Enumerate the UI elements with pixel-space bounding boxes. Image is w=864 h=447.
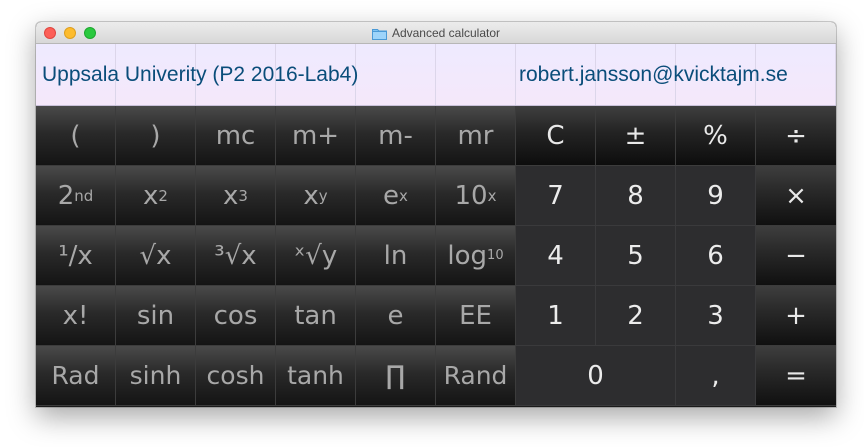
log-base: log	[447, 240, 488, 271]
second-base: 2	[57, 180, 75, 211]
sign-toggle-button[interactable]: ±	[596, 106, 676, 166]
digit-3-button[interactable]: 3	[676, 286, 756, 346]
clear-button[interactable]: C	[516, 106, 596, 166]
digit-6-button[interactable]: 6	[676, 226, 756, 286]
euler-button[interactable]: e	[356, 286, 436, 346]
info-cell	[356, 44, 436, 105]
digit-9-button[interactable]: 9	[676, 166, 756, 226]
title-bar[interactable]: Advanced calculator	[36, 22, 836, 44]
tanh-button[interactable]: tanh	[276, 346, 356, 406]
digit-8-button[interactable]: 8	[596, 166, 676, 226]
cube-base: x	[223, 180, 239, 211]
divide-button[interactable]: ÷	[756, 106, 836, 166]
cube-root-button[interactable]: ³√x	[196, 226, 276, 286]
keypad: ( ) mc m+ m- mr C ± % ÷ 2nd x2 x3 xy ex …	[36, 106, 836, 406]
tan-button[interactable]: tan	[276, 286, 356, 346]
factorial-button[interactable]: x!	[36, 286, 116, 346]
power-base: x	[303, 180, 319, 211]
sin-button[interactable]: sin	[116, 286, 196, 346]
exp-base: e	[383, 180, 400, 211]
rad-button[interactable]: Rad	[36, 346, 116, 406]
digit-5-button[interactable]: 5	[596, 226, 676, 286]
multiply-button[interactable]: ×	[756, 166, 836, 226]
digit-0-button[interactable]: 0	[516, 346, 676, 406]
square-button[interactable]: x2	[116, 166, 196, 226]
info-display: Uppsala Univerity (P2 2016-Lab4) robert.…	[36, 44, 836, 106]
digit-1-button[interactable]: 1	[516, 286, 596, 346]
cos-button[interactable]: cos	[196, 286, 276, 346]
memory-subtract-button[interactable]: m-	[356, 106, 436, 166]
window-title-group: Advanced calculator	[36, 22, 836, 44]
digit-7-button[interactable]: 7	[516, 166, 596, 226]
reciprocal-button[interactable]: ¹/x	[36, 226, 116, 286]
nth-root-button[interactable]: ˣ√y	[276, 226, 356, 286]
memory-add-button[interactable]: m+	[276, 106, 356, 166]
log10-button[interactable]: log 10	[436, 226, 516, 286]
calculator-window: Advanced calculator Uppsala Univerity (P…	[36, 22, 836, 407]
folder-icon	[371, 28, 387, 40]
ten-power-base: 10	[454, 180, 488, 211]
square-base: x	[143, 180, 159, 211]
equals-button[interactable]: =	[756, 346, 836, 406]
close-paren-button[interactable]: )	[116, 106, 196, 166]
exp-button[interactable]: ex	[356, 166, 436, 226]
natural-log-button[interactable]: ln	[356, 226, 436, 286]
cube-button[interactable]: x3	[196, 166, 276, 226]
sinh-button[interactable]: sinh	[116, 346, 196, 406]
info-cell	[436, 44, 516, 105]
window-title: Advanced calculator	[391, 26, 501, 40]
power-button[interactable]: xy	[276, 166, 356, 226]
digit-2-button[interactable]: 2	[596, 286, 676, 346]
percent-button[interactable]: %	[676, 106, 756, 166]
open-paren-button[interactable]: (	[36, 106, 116, 166]
email-label: robert.jansson@kvicktajm.se	[519, 63, 788, 86]
memory-clear-button[interactable]: mc	[196, 106, 276, 166]
ten-power-button[interactable]: 10 x	[436, 166, 516, 226]
decimal-comma-button[interactable]: ,	[676, 346, 756, 406]
product-button[interactable]: ∏	[356, 346, 436, 406]
random-button[interactable]: Rand	[436, 346, 516, 406]
cosh-button[interactable]: cosh	[196, 346, 276, 406]
digit-4-button[interactable]: 4	[516, 226, 596, 286]
square-root-button[interactable]: √x	[116, 226, 196, 286]
scientific-notation-button[interactable]: EE	[436, 286, 516, 346]
subtract-button[interactable]: −	[756, 226, 836, 286]
university-label: Uppsala Univerity (P2 2016-Lab4)	[42, 63, 359, 86]
memory-recall-button[interactable]: mr	[436, 106, 516, 166]
second-function-button[interactable]: 2nd	[36, 166, 116, 226]
add-button[interactable]: +	[756, 286, 836, 346]
